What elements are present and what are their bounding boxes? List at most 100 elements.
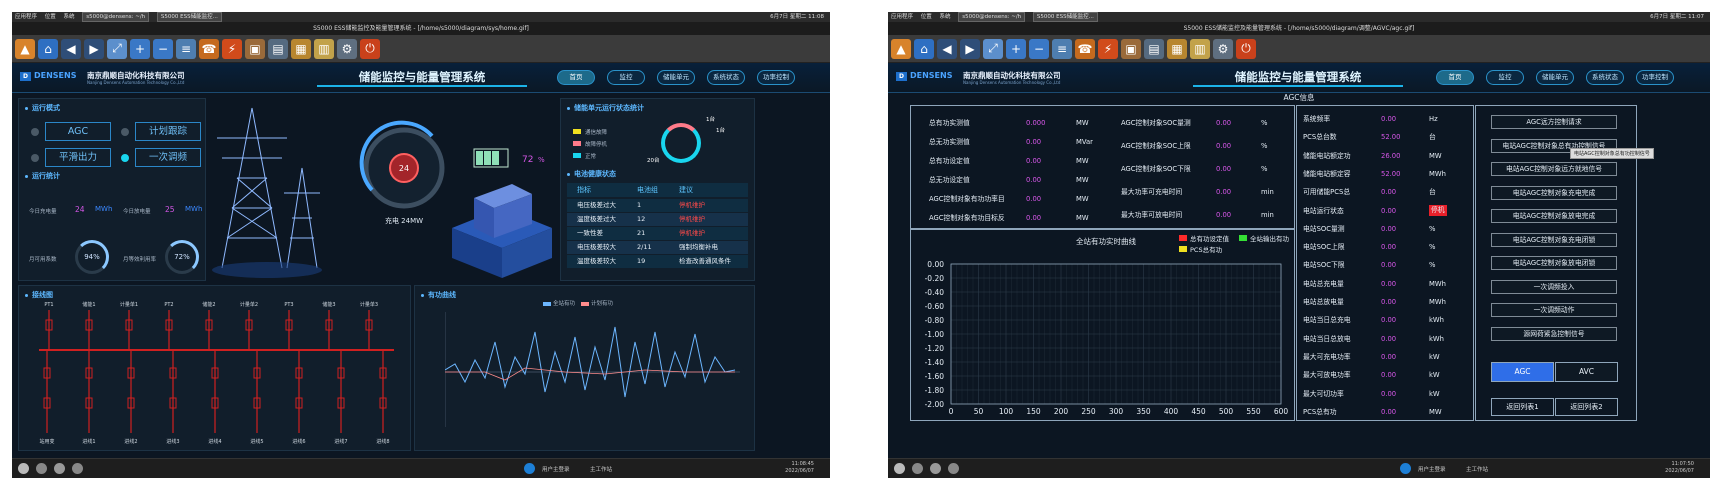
nav-power[interactable]: 功率控制 [1636,70,1674,85]
charge-label: 今日充电量 [29,209,57,215]
app-task-icon[interactable] [1400,463,1411,474]
doc-icon[interactable]: ▦ [1167,38,1187,59]
resize-icon[interactable]: ⤢ [107,38,127,59]
agc-signal-button[interactable]: 一次调频投入 [1491,279,1617,294]
gear-icon[interactable]: ⚙ [337,38,357,59]
forward-icon[interactable]: ▶ [84,38,104,59]
menu-system[interactable]: 系统 [64,14,75,20]
measure-label: 电站总充电量 [1303,279,1344,288]
toolbar: ▲ ⌂ ◀ ▶ ⤢ + − ≡ ☎ ⚡ ▣ ▤ ▦ ▥ ⚙ ⏻ [12,35,830,63]
measure-value: 0.00 [1026,138,1042,146]
measure-unit: kWh [1429,334,1444,343]
power-icon[interactable]: ⏻ [1236,38,1256,59]
nav-storage[interactable]: 储能单元 [1536,70,1574,85]
menu-places[interactable]: 位置 [45,14,56,20]
return-list-2-button[interactable]: 返回列表2 [1555,398,1618,416]
nav-monitor[interactable]: 监控 [607,70,645,85]
agc-signal-button[interactable]: 电站AGC控制对象放电闭锁 [1491,256,1617,270]
legend-output-swatch [1239,235,1247,241]
task-ems[interactable]: S5000 ESS储能监控... [1032,12,1098,22]
task-terminal[interactable]: s5000@densens: ~/h [958,12,1026,22]
settings-icon[interactable] [930,463,941,474]
task-ems[interactable]: S5000 ESS储能监控... [156,12,222,22]
agc-signal-button[interactable]: 电站AGC控制对象充电完成 [1491,185,1617,200]
back-icon[interactable]: ◀ [61,38,81,59]
legend-pcs-swatch [1179,246,1187,252]
lightning-icon[interactable]: ⚡ [1098,38,1118,59]
gear-icon[interactable]: ⚙ [1213,38,1233,59]
report-icon[interactable]: ▥ [314,38,334,59]
doc-icon[interactable]: ▦ [291,38,311,59]
forward-icon[interactable]: ▶ [960,38,980,59]
agc-toggle[interactable]: AGC [1491,362,1554,382]
agc-signal-button[interactable]: 一次调频动作 [1491,303,1617,317]
menu-icon[interactable]: ▲ [891,38,911,59]
app-task-icon[interactable] [524,463,535,474]
agc-signal-button[interactable]: 电站AGC控制对象放电完成 [1491,209,1617,223]
start-icon[interactable] [18,463,29,474]
event-icon[interactable]: ▣ [1121,38,1141,59]
settings-icon[interactable] [54,463,65,474]
measure-label: 总有功实测值 [929,119,970,127]
mode-freq-button[interactable]: 一次调频 [135,148,201,167]
back-icon[interactable]: ◀ [937,38,957,59]
measure-value: 0.00 [1216,165,1232,173]
resize-icon[interactable]: ⤢ [983,38,1003,59]
nav-home[interactable]: 首页 [1436,70,1474,85]
lightning-icon[interactable]: ⚡ [222,38,242,59]
alarm-icon[interactable]: ☎ [1075,38,1095,59]
curve-legend-total: 全站有功 [553,301,576,307]
return-list-1-button[interactable]: 返回列表1 [1491,398,1554,416]
list-icon[interactable]: ≡ [176,38,196,59]
nav-status[interactable]: 系统状态 [707,70,745,85]
zoom-out-icon[interactable]: − [153,38,173,59]
power-curve [445,312,740,427]
start-icon[interactable] [894,463,905,474]
gear-task-icon[interactable] [72,463,83,474]
screen-icon[interactable]: ▤ [268,38,288,59]
files-icon[interactable] [912,463,923,474]
mode-smooth-button[interactable]: 平滑出力 [45,148,111,167]
nav-monitor[interactable]: 监控 [1486,70,1524,85]
nav-home[interactable]: 首页 [557,70,595,85]
y-tick: -1.40 [925,358,945,367]
screen-icon[interactable]: ▤ [1144,38,1164,59]
measure-value: 0.00 [1381,206,1397,215]
zoom-out-icon[interactable]: − [1029,38,1049,59]
measure-value: 0.00 [1381,279,1397,288]
home-icon[interactable]: ⌂ [38,38,58,59]
legend-comm [573,129,581,134]
menu-apps[interactable]: 应用程序 [15,14,37,20]
home-icon[interactable]: ⌂ [914,38,934,59]
menu-places[interactable]: 位置 [921,14,932,20]
mode-agc-button[interactable]: AGC [45,122,111,141]
measure-value: 0.00 [1026,195,1042,203]
menu-system[interactable]: 系统 [940,14,951,20]
health-row: 电压极差较大 2/11 强制均衡补电 [567,241,748,254]
nav-storage[interactable]: 储能单元 [657,70,695,85]
mode-plan-button[interactable]: 计划跟踪 [135,122,201,141]
feeder-label: 进线6 [292,438,305,445]
agc-signal-button[interactable]: 源网荷紧急控制信号 [1491,326,1617,341]
avc-toggle[interactable]: AVC [1555,362,1618,382]
report-icon[interactable]: ▥ [1190,38,1210,59]
zoom-in-icon[interactable]: + [130,38,150,59]
menu-icon[interactable]: ▲ [15,38,35,59]
measure-label: PCS总台数 [1303,133,1337,142]
gear-task-icon[interactable] [948,463,959,474]
nav-power[interactable]: 功率控制 [757,70,795,85]
agc-signal-button[interactable]: 电站AGC控制对象充电闭锁 [1491,232,1617,247]
zoom-in-icon[interactable]: + [1006,38,1026,59]
measure-label: AGC控制对象有功功率目 [929,195,1005,203]
list-icon[interactable]: ≡ [1052,38,1072,59]
nav-status[interactable]: 系统状态 [1586,70,1624,85]
menu-apps[interactable]: 应用程序 [891,14,913,20]
event-icon[interactable]: ▣ [245,38,265,59]
agc-signal-button[interactable]: 电站AGC控制对象远方就地信号 [1491,162,1617,176]
measure-value: 26.00 [1381,151,1401,160]
alarm-icon[interactable]: ☎ [199,38,219,59]
agc-signal-button[interactable]: AGC远方控制请求 [1491,115,1617,129]
files-icon[interactable] [36,463,47,474]
task-terminal[interactable]: s5000@densens: ~/h [82,12,150,22]
power-icon[interactable]: ⏻ [360,38,380,59]
